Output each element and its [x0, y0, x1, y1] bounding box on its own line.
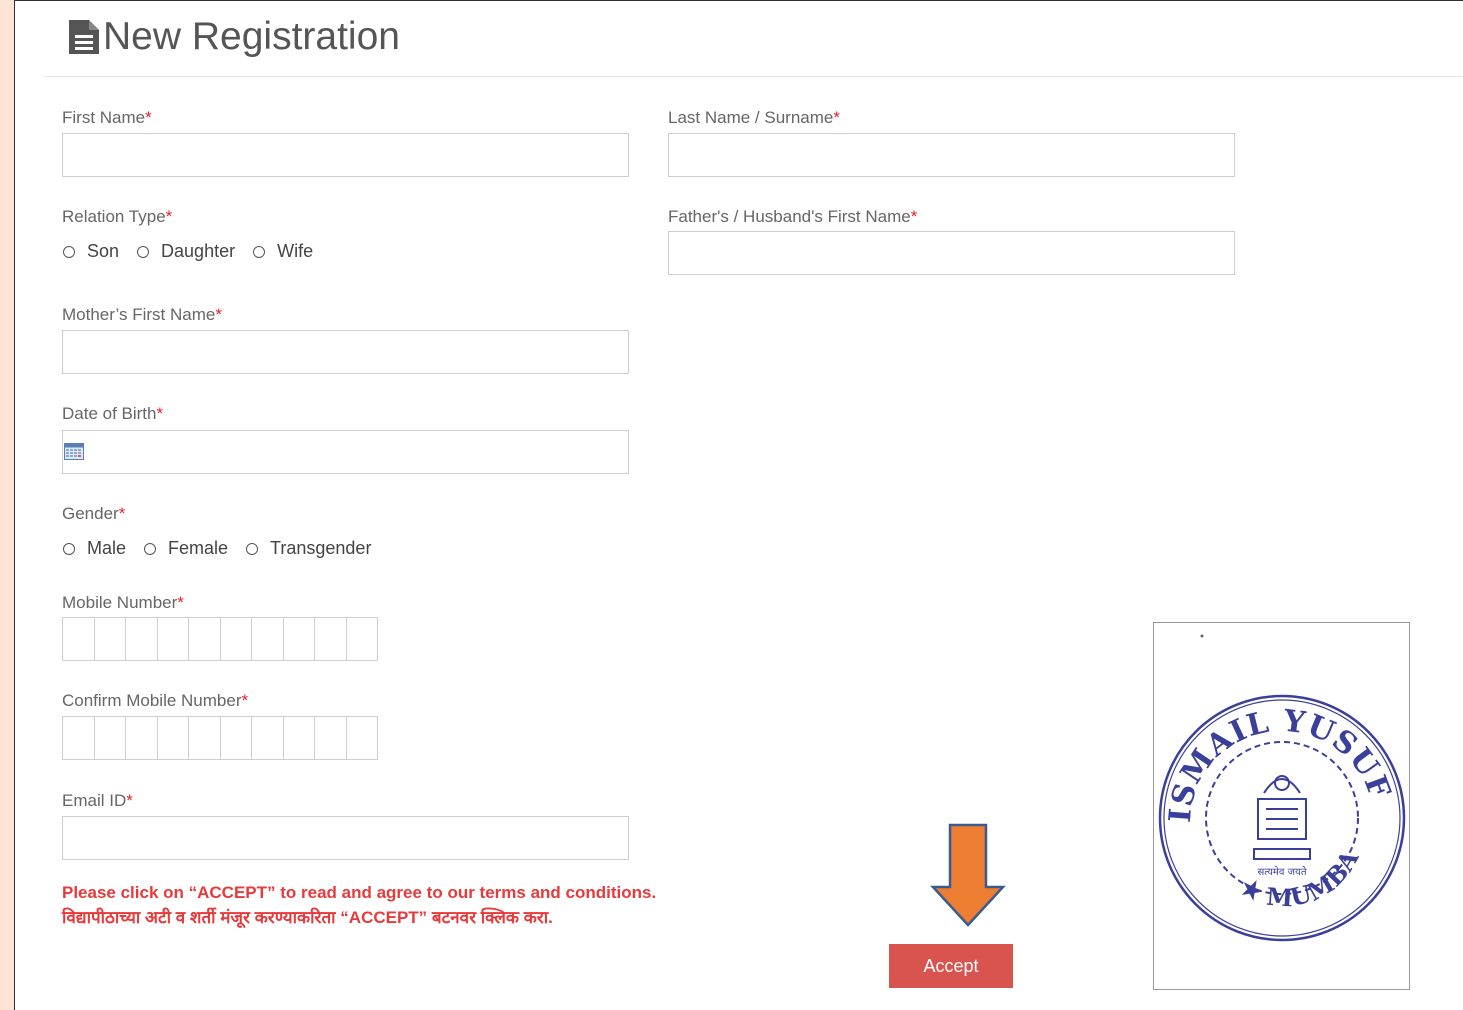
email-label: Email ID* — [62, 791, 133, 811]
required-mark: * — [833, 108, 840, 127]
required-mark: * — [241, 691, 249, 710]
mobile-digit-input[interactable] — [125, 617, 158, 661]
title-divider — [43, 76, 1463, 77]
confirm-mobile-digit-input[interactable] — [345, 716, 378, 760]
down-arrow-icon — [930, 823, 1006, 927]
confirm-mobile-number-digits — [62, 716, 378, 760]
mobile-number-label: Mobile Number* — [62, 593, 184, 613]
confirm-mobile-digit-input[interactable] — [251, 716, 284, 760]
mobile-digit-input[interactable] — [314, 617, 347, 661]
email-input[interactable] — [62, 816, 629, 860]
required-mark: * — [910, 207, 918, 226]
required-mark: * — [145, 108, 152, 127]
confirm-mobile-digit-input[interactable] — [93, 716, 126, 760]
accept-button[interactable]: Accept — [889, 944, 1013, 988]
radio-circle-icon[interactable] — [246, 542, 259, 555]
gender-male-radio[interactable]: Male — [63, 538, 126, 559]
relation-son-radio[interactable]: Son — [63, 241, 119, 262]
mother-name-input[interactable] — [62, 330, 629, 374]
required-mark: * — [156, 404, 164, 423]
gender-radio-group: Male Female Transgender — [63, 538, 389, 559]
radio-label: Transgender — [270, 538, 372, 558]
required-mark: * — [118, 504, 126, 523]
first-name-input[interactable] — [62, 133, 629, 177]
required-mark: * — [126, 791, 133, 810]
mobile-digit-input[interactable] — [62, 617, 95, 661]
terms-notice-english: Please click on “ACCEPT” to read and agr… — [62, 883, 657, 902]
confirm-mobile-digit-input[interactable] — [156, 716, 189, 760]
dob-label: Date of Birth* — [62, 404, 163, 424]
radio-label: Wife — [277, 241, 314, 261]
radio-label: Daughter — [161, 241, 236, 261]
terms-notice: Please click on “ACCEPT” to read and agr… — [62, 880, 656, 930]
mobile-digit-input[interactable] — [345, 617, 378, 661]
radio-label: Son — [87, 241, 120, 261]
college-seal-icon: ISMAIL YUSUF COLLEGE ★ MUMBAI ★ सत्यमेव … — [1154, 623, 1406, 942]
gender-label: Gender* — [62, 504, 125, 524]
confirm-mobile-digit-input[interactable] — [62, 716, 95, 760]
dob-label-text: Date of Birth — [62, 404, 157, 423]
relation-type-radio-group: Son Daughter Wife — [63, 241, 331, 262]
confirm-mobile-digit-input[interactable] — [125, 716, 158, 760]
mother-name-label: Mother’s First Name* — [62, 305, 222, 325]
last-name-label-text: Last Name / Surname — [668, 108, 834, 127]
first-name-label-text: First Name — [62, 108, 146, 127]
last-name-input[interactable] — [668, 133, 1235, 177]
svg-text:ISMAIL YUSUF COLLEGE: ISMAIL YUSUF COLLEGE — [1154, 623, 1400, 824]
gender-female-radio[interactable]: Female — [144, 538, 228, 559]
svg-text:सत्यमेव जयते: सत्यमेव जयते — [1257, 866, 1306, 878]
mobile-number-digits — [62, 617, 378, 661]
confirm-mobile-digit-input[interactable] — [282, 716, 315, 760]
relation-type-label-text: Relation Type — [62, 207, 166, 226]
calendar-icon[interactable] — [64, 443, 84, 460]
page-title: New Registration — [67, 14, 400, 60]
mobile-digit-input[interactable] — [156, 617, 189, 661]
radio-circle-icon[interactable] — [144, 542, 157, 555]
father-husband-name-input[interactable] — [668, 231, 1235, 275]
radio-circle-icon[interactable] — [253, 245, 266, 258]
confirm-mobile-digit-input[interactable] — [188, 716, 221, 760]
radio-label: Female — [168, 538, 229, 558]
mobile-number-label-text: Mobile Number — [62, 593, 178, 612]
page-title-text: New Registration — [103, 15, 400, 58]
confirm-mobile-digit-input[interactable] — [314, 716, 347, 760]
confirm-mobile-number-label: Confirm Mobile Number* — [62, 691, 248, 711]
document-icon — [69, 20, 99, 54]
radio-label: Male — [87, 538, 127, 558]
confirm-mobile-number-label-text: Confirm Mobile Number — [62, 691, 242, 710]
gender-label-text: Gender — [62, 504, 119, 523]
college-seal-box: ISMAIL YUSUF COLLEGE ★ MUMBAI ★ सत्यमेव … — [1153, 622, 1410, 990]
relation-type-label: Relation Type* — [62, 207, 172, 227]
gender-transgender-radio[interactable]: Transgender — [246, 538, 371, 559]
relation-daughter-radio[interactable]: Daughter — [137, 241, 235, 262]
required-mark: * — [215, 305, 222, 324]
radio-circle-icon[interactable] — [63, 542, 75, 555]
email-label-text: Email ID — [62, 791, 127, 810]
mother-name-label-text: Mother’s First Name — [62, 305, 216, 324]
required-mark: * — [165, 207, 173, 226]
father-husband-name-label-text: Father's / Husband's First Name — [668, 207, 911, 226]
required-mark: * — [177, 593, 184, 612]
radio-circle-icon[interactable] — [137, 245, 150, 258]
mobile-digit-input[interactable] — [219, 617, 252, 661]
mobile-digit-input[interactable] — [282, 617, 315, 661]
dob-input[interactable] — [62, 430, 629, 474]
confirm-mobile-digit-input[interactable] — [219, 716, 252, 760]
mobile-digit-input[interactable] — [188, 617, 221, 661]
mobile-digit-input[interactable] — [93, 617, 126, 661]
mobile-digit-input[interactable] — [251, 617, 284, 661]
terms-notice-marathi: विद्यापीठाच्या अटी व शर्ती मंजूर करण्याक… — [62, 908, 553, 927]
radio-circle-icon[interactable] — [63, 245, 75, 258]
last-name-label: Last Name / Surname* — [668, 108, 840, 128]
relation-wife-radio[interactable]: Wife — [253, 241, 313, 262]
first-name-label: First Name* — [62, 108, 152, 128]
father-husband-name-label: Father's / Husband's First Name* — [668, 207, 917, 227]
